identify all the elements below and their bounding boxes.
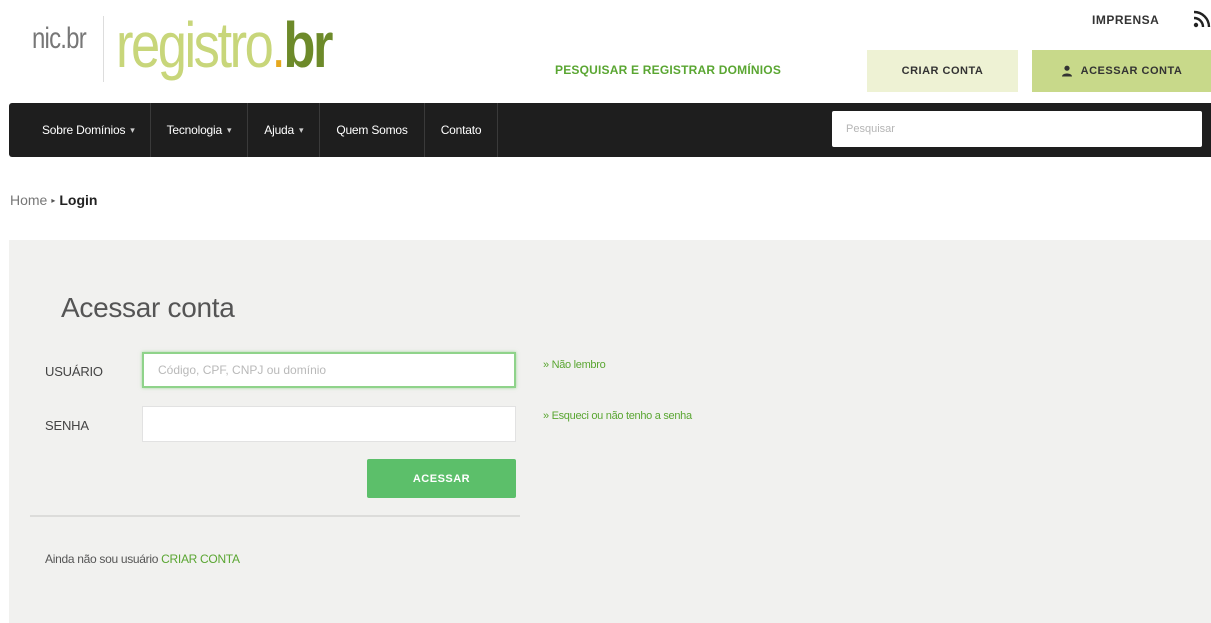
login-panel: Acessar conta USUÁRIO » Não lembro SENHA…: [9, 240, 1211, 623]
logo-br-text: br: [283, 9, 333, 81]
user-field-label: USUÁRIO: [45, 364, 103, 379]
create-account-button[interactable]: CRIAR CONTA: [867, 50, 1018, 92]
nav-item-label: Ajuda: [264, 123, 294, 137]
logo-divider: [103, 16, 104, 82]
access-account-button[interactable]: ACESSAR CONTA: [1032, 50, 1211, 92]
search-register-domains-link[interactable]: PESQUISAR E REGISTRAR DOMÍNIOS: [555, 63, 781, 77]
forgot-user-link[interactable]: » Não lembro: [543, 359, 606, 371]
nav-item-label: Contato: [440, 123, 482, 137]
breadcrumb: Home ▸ Login: [10, 192, 97, 208]
search-input[interactable]: [832, 111, 1202, 147]
chevron-down-icon: ▾: [130, 124, 135, 135]
nav-item-quem-somos[interactable]: Quem Somos: [320, 103, 425, 157]
signup-create-account-link[interactable]: CRIAR CONTA: [161, 552, 240, 566]
registro-br-logo[interactable]: registro.br: [116, 6, 333, 84]
logo-dot-text: .: [271, 9, 286, 81]
logo-registro-text: registro: [116, 9, 274, 81]
nic-br-logo[interactable]: nic.br: [32, 22, 87, 56]
nav-item-label: Tecnologia: [166, 123, 223, 137]
signup-text: Ainda não sou usuário: [45, 552, 159, 566]
breadcrumb-current: Login: [59, 192, 98, 208]
forgot-password-link[interactable]: » Esqueci ou não tenho a senha: [543, 410, 692, 422]
nav-item-label: Quem Somos: [336, 123, 408, 137]
breadcrumb-separator-icon: ▸: [51, 195, 56, 205]
nav-item-ajuda[interactable]: Ajuda ▾: [248, 103, 321, 157]
user-input[interactable]: [142, 352, 516, 388]
chevron-down-icon: ▾: [226, 124, 232, 135]
nav-item-label: Sobre Domínios: [42, 123, 126, 137]
chevron-down-icon: ▾: [299, 124, 304, 135]
breadcrumb-home-link[interactable]: Home: [10, 192, 47, 208]
imprensa-link[interactable]: IMPRENSA: [1092, 13, 1159, 27]
nav-item-contato[interactable]: Contato: [425, 103, 499, 157]
login-submit-button[interactable]: ACESSAR: [367, 459, 516, 498]
nav-item-tecnologia[interactable]: Tecnologia ▾: [151, 103, 249, 157]
nav-item-sobre-dominios[interactable]: Sobre Domínios ▾: [9, 103, 151, 157]
page-title: Acessar conta: [61, 292, 235, 323]
user-icon: [1061, 65, 1072, 77]
panel-divider: [30, 515, 520, 517]
site-header: nic.br registro.br IMPRENSA PESQUISAR E …: [0, 0, 1211, 102]
rss-icon[interactable]: [1192, 9, 1211, 29]
password-field-label: SENHA: [45, 418, 89, 433]
main-navbar: Sobre Domínios ▾ Tecnologia ▾ Ajuda ▾ Qu…: [9, 103, 1211, 157]
access-account-label: ACESSAR CONTA: [1080, 65, 1183, 77]
password-input[interactable]: [142, 406, 516, 442]
signup-prompt: Ainda não sou usuário CRIAR CONTA: [45, 552, 240, 566]
